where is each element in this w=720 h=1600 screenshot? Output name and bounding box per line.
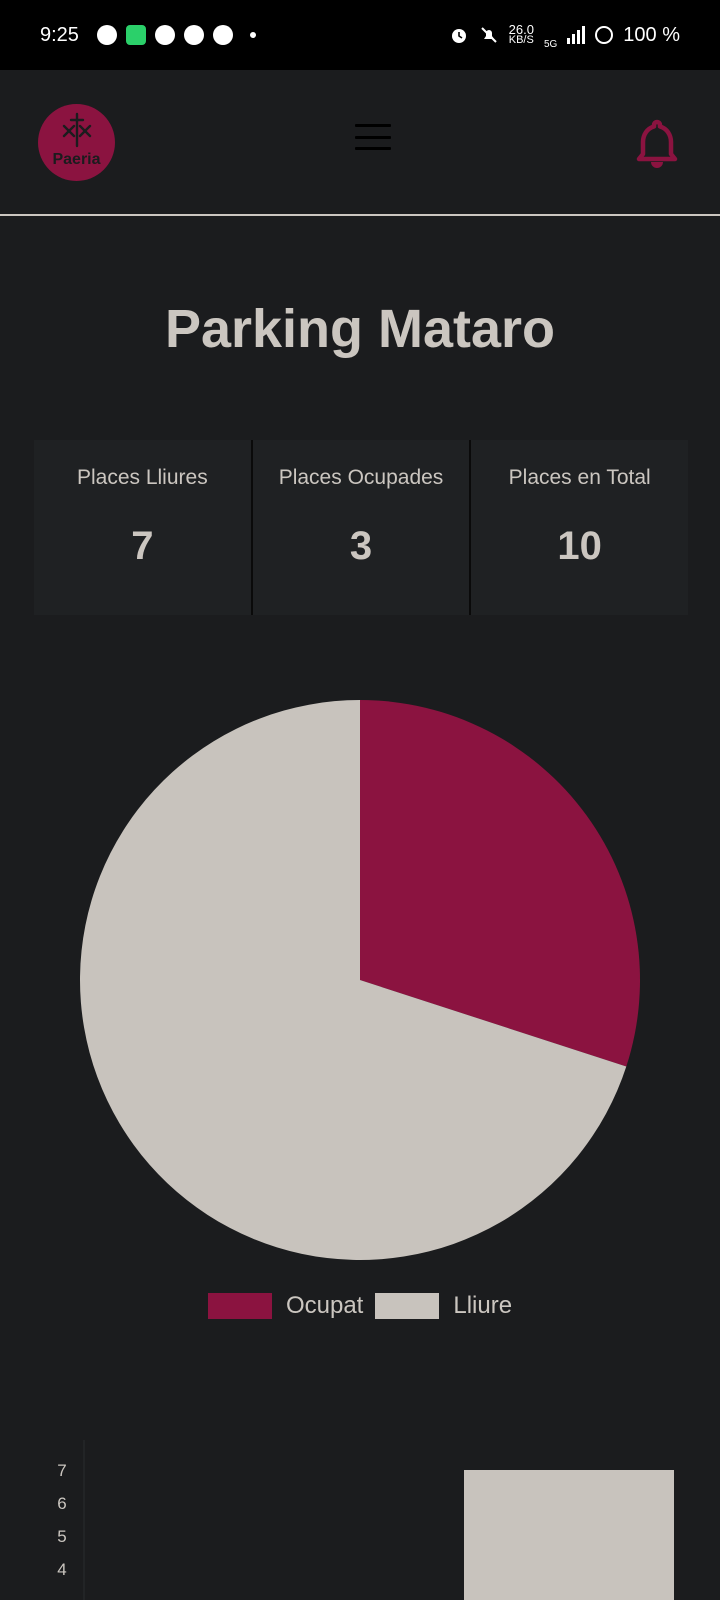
bell-icon[interactable] [636, 118, 678, 170]
bar-chart-svg: 7 6 5 4 [57, 1440, 674, 1600]
y-tick-label: 5 [57, 1527, 66, 1546]
battery-ring-icon [595, 26, 614, 44]
app-icon [96, 25, 117, 45]
network-speed: 26.0 KB/S [508, 23, 534, 46]
signal-icon [567, 26, 586, 44]
legend-label: Ocupat [285, 1292, 364, 1319]
legend-swatch [207, 1293, 272, 1319]
app-icon [183, 25, 204, 45]
legend-swatch [375, 1293, 440, 1319]
stat-value: 7 [131, 524, 154, 568]
system-icons: 26.0 KB/S 5G 100 % [449, 21, 680, 50]
stat-label: Places en Total [508, 466, 651, 489]
legend-item-occupied[interactable]: Ocupat [207, 1292, 364, 1320]
legend-label: Lliure [453, 1292, 513, 1319]
y-tick-label: 7 [57, 1461, 66, 1480]
app-header: Paeria [0, 70, 720, 216]
mute-icon [480, 27, 497, 43]
occupancy-bar-chart: 7 6 5 4 [0, 1440, 720, 1600]
battery-level: 100 % [623, 23, 680, 46]
stat-occupied: Places Ocupades 3 [250, 440, 470, 615]
speed-unit: KB/S [508, 34, 534, 46]
stat-label: Places Ocupades [278, 466, 444, 489]
stat-free: Places Lliures 7 [34, 440, 251, 615]
stat-value: 10 [557, 524, 602, 568]
network-type: 5G [543, 38, 558, 50]
paeria-logo[interactable]: Paeria [38, 104, 115, 181]
tree-logo-icon [62, 112, 92, 148]
logo-text: Paeria [52, 151, 101, 168]
stat-value: 3 [349, 524, 373, 568]
pie-legend: Ocupat Lliure [0, 1292, 720, 1320]
pie-chart-svg [80, 700, 640, 1260]
notification-icons [96, 25, 256, 45]
app-icon [125, 25, 146, 45]
occupancy-pie-chart [0, 700, 720, 1280]
hamburger-menu-icon[interactable] [355, 124, 391, 150]
y-tick-label: 4 [57, 1560, 66, 1579]
legend-item-free[interactable]: Lliure [375, 1292, 512, 1320]
page-title: Parking Mataro [164, 299, 556, 359]
more-dot-icon [249, 32, 256, 38]
bar-lliure[interactable] [464, 1470, 674, 1600]
facebook-icon [154, 25, 175, 45]
status-bar: 9:25 26.0 KB/S 5G 100 % [0, 0, 720, 70]
y-tick-label: 6 [57, 1494, 66, 1513]
github-icon [212, 25, 233, 45]
parking-stats: Places Lliures 7 Places Ocupades 3 Place… [34, 440, 688, 615]
stat-label: Places Lliures [76, 466, 208, 489]
status-time: 9:25 [40, 23, 79, 46]
alarm-icon [451, 29, 466, 43]
stat-total: Places en Total 10 [469, 440, 688, 615]
